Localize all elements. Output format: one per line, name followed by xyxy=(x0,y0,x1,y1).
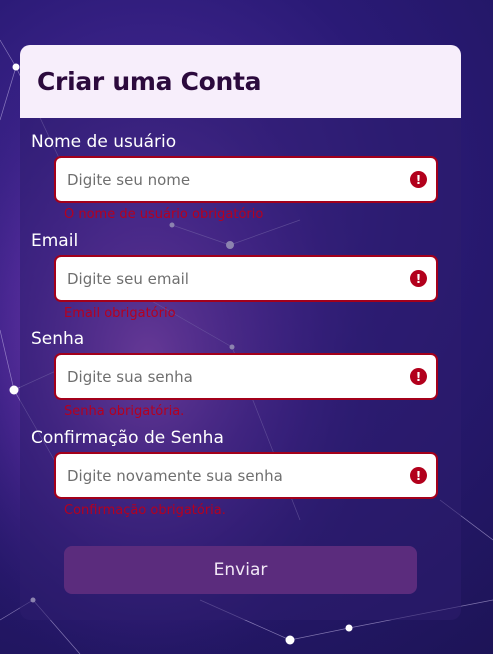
confirm-password-error-message: Confirmação obrigatória. xyxy=(64,503,226,518)
confirm-password-input-wrapper: ! xyxy=(54,452,438,499)
username-input-wrapper: ! xyxy=(54,156,438,203)
card-header: Criar uma Conta xyxy=(20,45,461,118)
username-input[interactable] xyxy=(56,158,386,201)
email-input-wrapper: ! xyxy=(54,255,438,302)
password-input-wrapper: ! xyxy=(54,353,438,400)
submit-button[interactable]: Enviar xyxy=(64,546,417,594)
error-icon: ! xyxy=(410,171,427,188)
email-input[interactable] xyxy=(56,257,386,300)
error-icon: ! xyxy=(410,368,427,385)
error-icon: ! xyxy=(410,467,427,484)
password-input[interactable] xyxy=(56,355,386,398)
email-error-message: Email obrigatório xyxy=(64,306,176,321)
password-label: Senha xyxy=(31,329,85,349)
form-title: Criar uma Conta xyxy=(37,67,262,96)
password-error-message: Senha obrigatória. xyxy=(64,404,185,419)
signup-card: Criar uma Conta Nome de usuário ! O nome… xyxy=(20,45,461,620)
username-error-message: O nome de usuário obrigatório xyxy=(64,207,264,222)
username-label: Nome de usuário xyxy=(31,132,177,152)
error-icon: ! xyxy=(410,270,427,287)
confirm-password-input[interactable] xyxy=(56,454,386,497)
email-label: Email xyxy=(31,231,79,251)
confirm-password-label: Confirmação de Senha xyxy=(31,428,224,448)
